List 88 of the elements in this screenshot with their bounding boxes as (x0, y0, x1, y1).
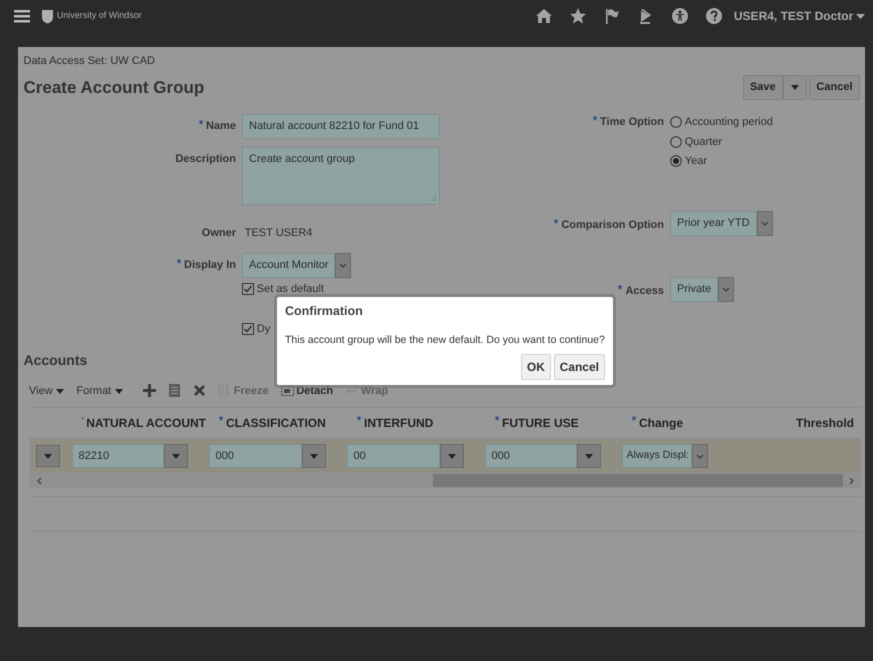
checkbox-label: Dy (256, 322, 270, 337)
dropdown-button[interactable] (164, 444, 188, 468)
caret-icon (308, 452, 318, 460)
logo-text: University of Windsor (56, 9, 142, 22)
shield-logo-icon (41, 8, 54, 24)
cell-field[interactable]: 000 (484, 444, 576, 468)
cancel-button[interactable]: Cancel (809, 75, 860, 100)
field-label: Time Option (600, 115, 664, 130)
name-field[interactable]: Natural account 82210 for Fund 01 (242, 114, 440, 138)
radio-button[interactable] (670, 136, 682, 148)
view-menu[interactable]: View (29, 382, 64, 399)
column-header: CLASSIFICATION (226, 415, 326, 432)
field-label: Owner (202, 226, 236, 240)
comparison-dropdown[interactable]: Prior year YTD (670, 211, 757, 236)
menu-icon[interactable] (14, 10, 30, 22)
column-header: INTERFUND (364, 415, 434, 432)
radio-label: Year (684, 154, 707, 169)
column-header: FUTURE USE (502, 415, 579, 432)
menu-label: View (29, 384, 53, 398)
checkbox-label: Set as default (256, 282, 324, 296)
chevron-icon (760, 218, 770, 228)
dropdown-button[interactable] (335, 253, 352, 278)
dialog-title: Confirmation (285, 303, 364, 320)
caret-icon (446, 452, 456, 460)
scroll-left-icon[interactable] (36, 476, 42, 484)
save-menu-button[interactable] (782, 75, 807, 100)
scrollbar-thumb[interactable] (433, 474, 843, 487)
chevron-icon (694, 452, 705, 460)
dropdown-button[interactable] (692, 444, 708, 468)
row-menu-button[interactable] (36, 445, 60, 467)
description-field[interactable]: Create account group (242, 146, 440, 204)
column-header: Threshold (796, 415, 854, 432)
column-header: Change (639, 415, 684, 432)
radio-label: Quarter (684, 134, 722, 150)
checkbox[interactable] (242, 282, 254, 295)
ok-button[interactable]: OK (520, 354, 551, 380)
help-icon[interactable] (704, 7, 723, 25)
field-label: Name (206, 119, 236, 134)
dialog-message: This account group will be the new default. Do you want to continue? (285, 332, 605, 348)
dropdown-button[interactable] (302, 444, 326, 468)
caret-icon (584, 452, 594, 460)
access-dropdown[interactable]: Private (670, 277, 718, 302)
button-label: Wrap (360, 384, 388, 398)
horizontal-scrollbar[interactable] (30, 473, 861, 488)
dropdown-button[interactable] (756, 211, 773, 236)
button-label: Detach (296, 384, 334, 398)
star-icon[interactable] (568, 7, 587, 25)
home-icon[interactable] (534, 7, 553, 25)
radio-button[interactable] (670, 116, 682, 128)
field-label: Description (175, 152, 236, 166)
caret-icon (55, 386, 64, 395)
caret-icon (856, 12, 865, 20)
button-label: Freeze (234, 384, 269, 398)
chevron-icon (721, 285, 732, 294)
field-label: Comparison Option (561, 218, 664, 234)
caret-icon (42, 452, 52, 460)
page-title: Create Account Group (24, 76, 204, 98)
radio-button[interactable] (670, 155, 682, 168)
delete-icon[interactable] (193, 384, 206, 398)
cell-field[interactable]: 82210 (72, 444, 164, 468)
field-label: Display In (184, 258, 236, 273)
menu-label: Format (76, 384, 112, 398)
dropdown-button[interactable] (576, 444, 600, 468)
field-value: Create account group (249, 152, 355, 164)
cell-field[interactable]: Always Displ: (622, 444, 692, 468)
column-header: NATURAL ACCOUNT (86, 415, 206, 432)
caret-icon (114, 386, 123, 395)
owner-value: TEST USER4 (244, 226, 312, 240)
scroll-right-icon[interactable] (849, 476, 855, 484)
checkbox[interactable] (242, 323, 254, 336)
radio-label: Accounting period (684, 115, 773, 130)
chevron-icon (338, 260, 348, 270)
display-in-dropdown[interactable]: Account Monitor (242, 253, 336, 278)
caret-icon (790, 82, 800, 92)
add-icon[interactable] (143, 384, 156, 398)
cell-field[interactable]: 000 (208, 444, 302, 468)
field-label: Access (625, 284, 664, 300)
cell-field[interactable]: 00 (346, 444, 440, 468)
dropdown-button[interactable] (440, 444, 464, 468)
save-button[interactable]: Save (742, 75, 783, 100)
format-menu[interactable]: Format (76, 382, 123, 399)
cancel-button[interactable]: Cancel (554, 354, 605, 380)
section-title: Accounts (24, 350, 88, 370)
caret-icon (170, 452, 180, 460)
accessibility-icon[interactable] (670, 7, 689, 25)
data-access-set: Data Access Set: UW CAD (24, 54, 156, 68)
dropdown-button[interactable] (718, 277, 734, 302)
detach-button[interactable]: Detach (280, 382, 334, 399)
